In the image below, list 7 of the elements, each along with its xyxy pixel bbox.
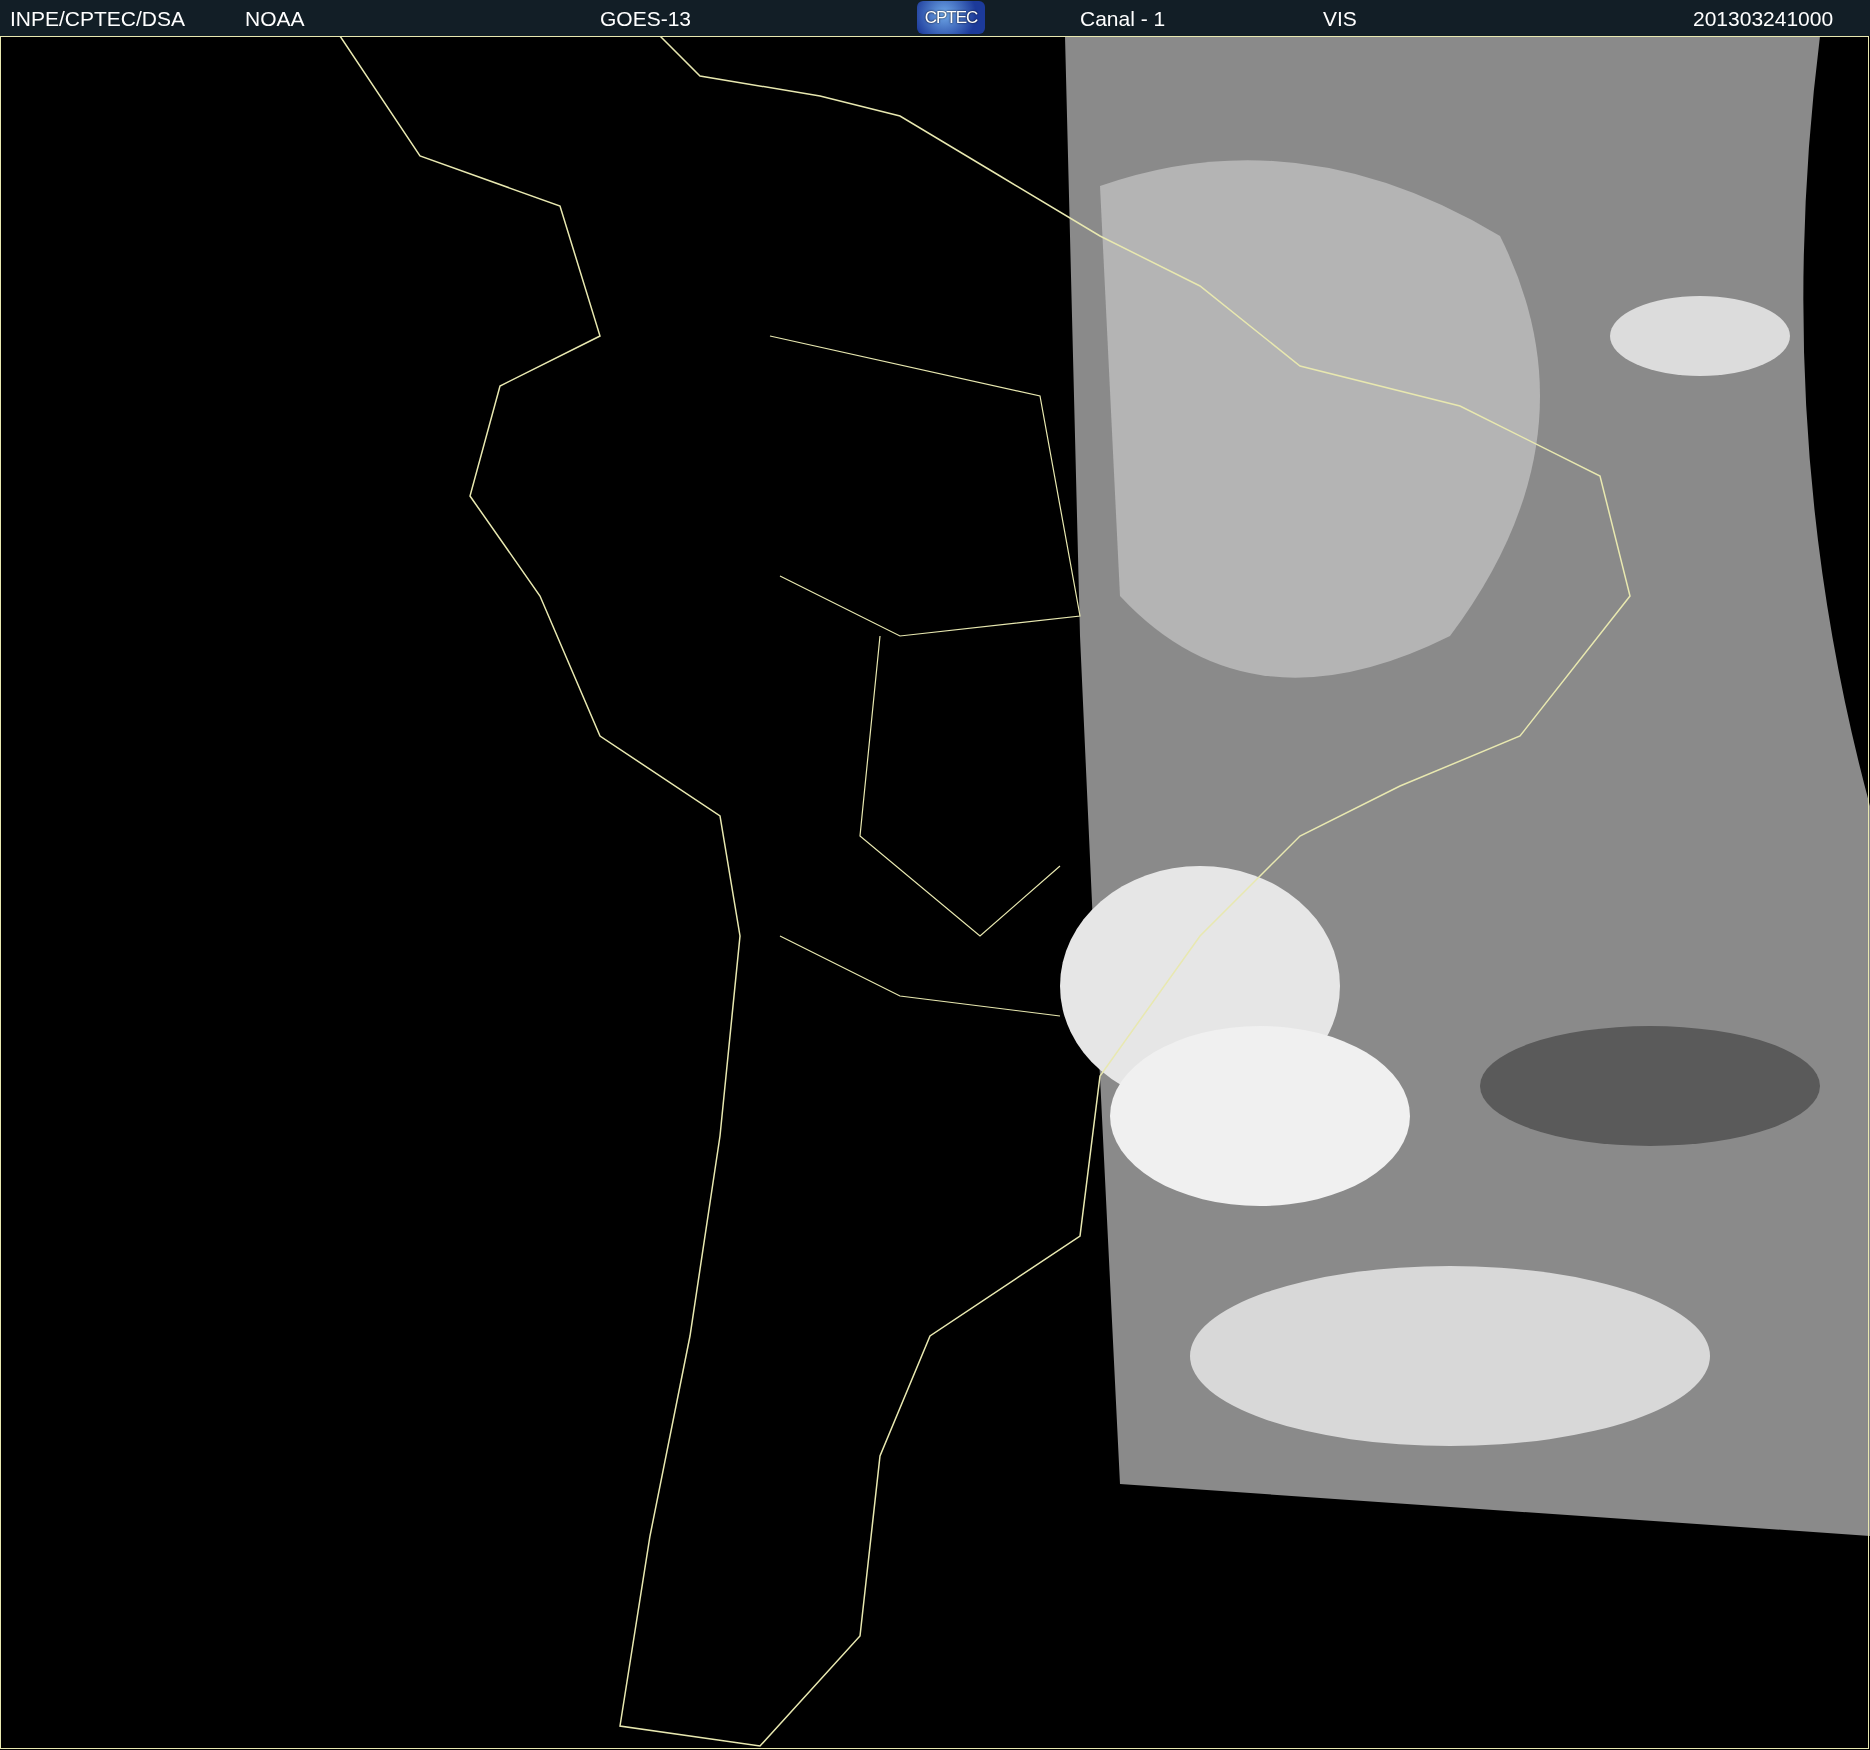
- header-label: 201303241000: [1693, 7, 1834, 31]
- header-label: Canal - 1: [1080, 7, 1166, 31]
- logo: CPTEC: [917, 1, 985, 34]
- header-label: NOAA: [245, 7, 305, 31]
- header-label: INPE/CPTEC/DSA: [10, 7, 186, 31]
- header-label: GOES-13: [600, 7, 692, 31]
- header-label: VIS: [1323, 7, 1357, 31]
